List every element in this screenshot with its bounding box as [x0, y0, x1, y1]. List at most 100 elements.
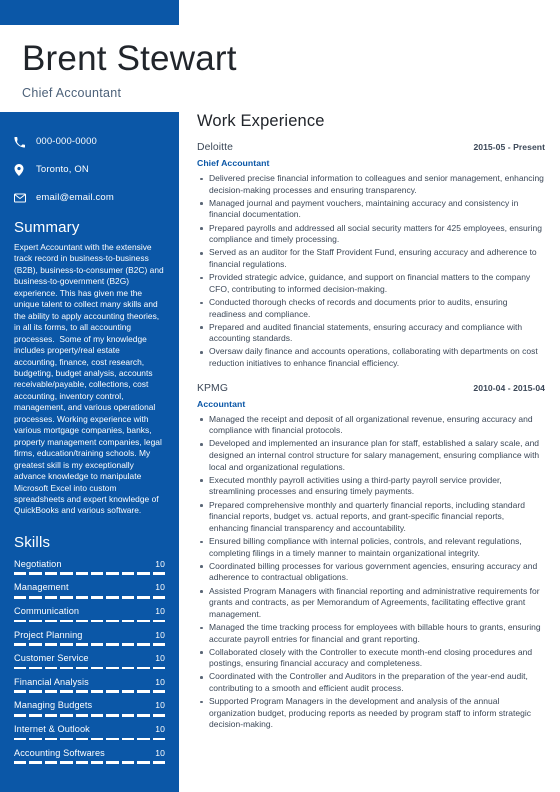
skill-score: 10 — [155, 724, 165, 735]
resume-header: Brent Stewart Chief Accountant — [0, 25, 560, 112]
job-bullet: Supported Program Managers in the develo… — [197, 696, 545, 731]
skill-rating-segment — [75, 761, 89, 764]
skill-score: 10 — [155, 700, 165, 711]
skill-rating-segment — [121, 666, 135, 670]
skill-rating-segment — [152, 713, 166, 717]
skill-rating-segment — [106, 643, 119, 646]
skill-rating-segment — [60, 572, 73, 575]
job-bullet: Prepared and audited financial statement… — [197, 322, 545, 345]
skill-rating-segment — [14, 690, 27, 693]
skill-rating-segment — [75, 690, 89, 693]
skill-row: Project Planning 10 — [14, 630, 165, 640]
phone-icon — [14, 135, 29, 149]
skill-rating-segment — [121, 643, 135, 646]
sidebar: 000-000-0000 Toronto, ON email@email.com S… — [0, 112, 179, 792]
job-bullet: Prepared payrolls and addressed all soci… — [197, 223, 545, 246]
skill-rating-segment — [29, 643, 42, 646]
skill-rating-segment — [91, 713, 104, 717]
skill-rating-segment — [106, 619, 119, 623]
skill-rating-bar — [14, 761, 166, 764]
skill-rating-segment — [60, 619, 73, 623]
contact-value: 000-000-0000 — [36, 136, 97, 147]
skill-rating-segment — [44, 619, 58, 623]
skill-rating-segment — [106, 666, 119, 670]
skill-rating-segment — [137, 619, 150, 623]
skill-rating-segment — [60, 737, 73, 741]
skill-rating-segment — [91, 737, 104, 741]
skill-rating-segment — [14, 713, 27, 717]
job-bullet: Provided strategic advice, guidance, and… — [197, 272, 545, 295]
skill-rating-segment — [29, 619, 42, 623]
skill-rating-bar — [14, 666, 166, 670]
job-bullet: Ensured billing compliance with internal… — [197, 536, 545, 559]
skill-name: Managing Budgets — [14, 700, 93, 711]
skill-rating-segment — [121, 737, 135, 741]
skill-rating-segment — [121, 619, 135, 623]
skill-rating-segment — [91, 643, 104, 646]
skill-rating-segment — [14, 572, 27, 575]
skill-rating-bar — [14, 713, 166, 717]
skill-rating-segment — [91, 690, 104, 693]
skill-rating-segment — [14, 666, 27, 670]
skill-score: 10 — [155, 653, 165, 664]
skill-rating-segment — [75, 713, 89, 717]
contact-item[interactable]: email@email.com — [14, 188, 165, 208]
resume-page: Brent Stewart Chief Accountant 000-000-0… — [0, 0, 560, 792]
skill-name: Customer Service — [14, 653, 89, 664]
job-bullet: Collaborated closely with the Controller… — [197, 647, 545, 670]
job-bullet: Conducted thorough checks of records and… — [197, 297, 545, 320]
skill-rating-segment — [137, 690, 150, 693]
skill-rating-segment — [60, 761, 73, 764]
skill-rating-segment — [29, 761, 42, 764]
skill-rating-segment — [44, 713, 58, 717]
summary-heading: Summary — [14, 219, 80, 236]
skill-rating-segment — [29, 595, 42, 599]
job-bullet: Executed monthly payroll activities usin… — [197, 475, 545, 498]
skill-name: Communication — [14, 606, 80, 617]
skill-name: Project Planning — [14, 629, 83, 640]
skills-heading: Skills — [14, 533, 51, 551]
work-experience-heading: Work Experience — [197, 112, 325, 130]
skills-list: Negotiation 10 Management 10 Communication 10… — [14, 558, 166, 764]
skill-rating-segment — [91, 595, 104, 599]
skill-rating-segment — [121, 713, 135, 717]
job-bullet: Delivered precise financial information … — [197, 173, 545, 196]
skill-rating-segment — [91, 761, 104, 764]
skill-rating-segment — [152, 572, 166, 575]
skill-name: Negotiation — [14, 558, 62, 569]
skill-rating-segment — [121, 572, 135, 575]
skill-rating-segment — [152, 761, 166, 764]
skill-rating-segment — [44, 595, 58, 599]
skill-item: Customer Service 10 — [14, 653, 166, 670]
skill-rating-segment — [29, 737, 42, 741]
skill-rating-segment — [106, 572, 119, 575]
skill-item: Project Planning 10 — [14, 630, 166, 646]
skill-rating-segment — [29, 572, 42, 575]
skill-row: Communication 10 — [14, 606, 165, 616]
contact-value: Toronto, ON — [36, 164, 89, 175]
skill-rating-segment — [106, 737, 119, 741]
skill-rating-segment — [14, 643, 27, 646]
contact-item[interactable]: 000-000-0000 — [14, 132, 165, 152]
location-pin-icon — [14, 163, 29, 177]
skill-rating-segment — [44, 737, 58, 741]
skill-rating-segment — [137, 713, 150, 717]
skill-rating-segment — [106, 690, 119, 693]
contact-item[interactable]: Toronto, ON — [14, 160, 165, 180]
skill-rating-segment — [75, 572, 89, 575]
skill-rating-segment — [121, 761, 135, 764]
job-bullet: Managed the receipt and deposit of all o… — [197, 414, 545, 437]
skill-rating-segment — [60, 713, 73, 717]
skill-score: 10 — [155, 747, 165, 758]
job-bullet-list: Delivered precise financial information … — [197, 173, 545, 370]
skill-rating-segment — [75, 643, 89, 646]
job-bullet: Managed the time tracking process for em… — [197, 622, 545, 645]
contact-list: 000-000-0000 Toronto, ON email@email.com — [14, 132, 165, 208]
skill-rating-segment — [44, 761, 58, 764]
skill-rating-bar — [14, 690, 166, 693]
skill-rating-segment — [121, 690, 135, 693]
skill-score: 10 — [155, 582, 165, 593]
skill-rating-segment — [14, 761, 27, 764]
skill-item: Financial Analysis 10 — [14, 677, 166, 693]
skill-row: Internet & Outlook 10 — [14, 724, 165, 734]
